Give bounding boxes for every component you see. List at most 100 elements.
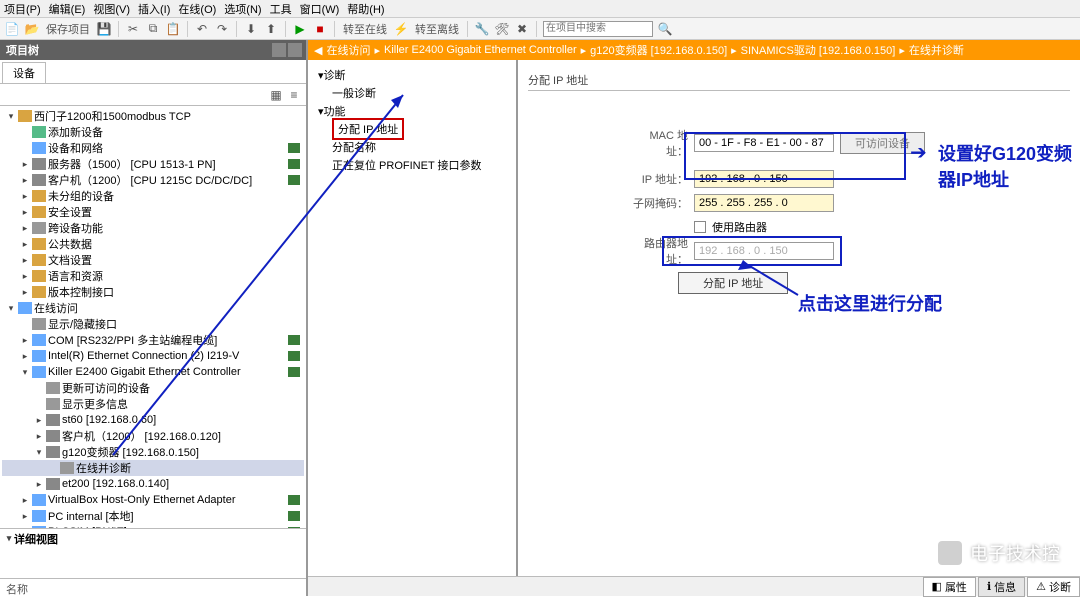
- tree-item[interactable]: ▸COM [RS232/PPI 多主站编程电缆]: [2, 332, 304, 348]
- nav-item[interactable]: ▾诊断: [314, 66, 510, 84]
- annotation-text: 点击这里进行分配: [798, 290, 942, 316]
- menu-item[interactable]: 工具: [270, 1, 292, 17]
- mask-label: 子网掩码：: [628, 195, 688, 211]
- breadcrumb: ◀在线访问▸Killer E2400 Gigabit Ethernet Cont…: [308, 40, 1080, 60]
- tree-item[interactable]: 设备和网络: [2, 140, 304, 156]
- annotation-box: [684, 132, 906, 180]
- tree-item[interactable]: ▸et200 [192.168.0.140]: [2, 476, 304, 492]
- nav-item[interactable]: 一般诊断: [314, 84, 510, 102]
- tree-item[interactable]: ▸客户机（1200） [192.168.0.120]: [2, 428, 304, 444]
- open-icon[interactable]: 📂: [24, 21, 40, 37]
- annotation-box: [662, 236, 842, 266]
- toolbar: 📄 📂 保存项目 💾 ✂ ⧉ 📋 ↶ ↷ ⬇ ⬆ ▶ ■ 转至在线 ⚡ 转至离线…: [0, 18, 1080, 40]
- router-chk-label: 使用路由器: [712, 219, 767, 235]
- menu-item[interactable]: 视图(V): [93, 1, 130, 17]
- menu-item[interactable]: 选项(N): [224, 1, 261, 17]
- tree-item[interactable]: ▸PLCSIM [PN/IE]: [2, 524, 304, 528]
- tree-item[interactable]: ▸未分组的设备: [2, 188, 304, 204]
- tree-item[interactable]: ▸版本控制接口: [2, 284, 304, 300]
- tree-item[interactable]: ▸客户机（1200） [CPU 1215C DC/DC/DC]: [2, 172, 304, 188]
- nav-tree: ▾诊断一般诊断▾功能分配 IP 地址分配名称正在复位 PROFINET 接口参数: [308, 60, 518, 596]
- ip-label: IP 地址：: [628, 171, 688, 187]
- section-title: 分配 IP 地址: [528, 72, 1070, 91]
- save-icon[interactable]: 💾: [96, 21, 112, 37]
- tree-item[interactable]: ▸Intel(R) Ethernet Connection (2) I219-V: [2, 348, 304, 364]
- tree-item[interactable]: ▸st60 [192.168.0.60]: [2, 412, 304, 428]
- nav-item[interactable]: 正在复位 PROFINET 接口参数: [314, 156, 510, 174]
- project-tree[interactable]: ▾西门子1200和1500modbus TCP添加新设备设备和网络▸服务器（15…: [0, 106, 306, 528]
- tree-item[interactable]: ▾在线访问: [2, 300, 304, 316]
- crumb-item[interactable]: SINAMICS驱动 [192.168.0.150]: [741, 42, 896, 58]
- undo-icon[interactable]: ↶: [194, 21, 210, 37]
- tool-icon[interactable]: 🛠: [494, 21, 510, 37]
- tree-item[interactable]: ▾西门子1200和1500modbus TCP: [2, 108, 304, 124]
- crumb-item[interactable]: 在线访问: [326, 42, 370, 58]
- menu-item[interactable]: 帮助(H): [347, 1, 384, 17]
- crumb-item[interactable]: g120变频器 [192.168.0.150]: [590, 42, 727, 58]
- tab-info[interactable]: ℹ信息: [978, 577, 1025, 597]
- arrow-icon: ➔: [910, 140, 927, 165]
- list-icon[interactable]: ≡: [286, 87, 302, 103]
- tree-item[interactable]: ▸安全设置: [2, 204, 304, 220]
- mask-field[interactable]: 255 . 255 . 255 . 0: [694, 194, 834, 212]
- menu-item[interactable]: 在线(O): [178, 1, 216, 17]
- upload-icon[interactable]: ⬆: [263, 21, 279, 37]
- tab-device[interactable]: 设备: [2, 62, 46, 83]
- menu-item[interactable]: 插入(I): [138, 1, 170, 17]
- tree-item[interactable]: 更新可访问的设备: [2, 380, 304, 396]
- go-offline-button[interactable]: 转至离线: [415, 21, 459, 37]
- tree-item[interactable]: 在线并诊断: [2, 460, 304, 476]
- tree-item[interactable]: ▸跨设备功能: [2, 220, 304, 236]
- menu-bar: 项目(P) 编辑(E) 视图(V) 插入(I) 在线(O) 选项(N) 工具窗口(W) 帮助(…: [0, 0, 1080, 18]
- cut-icon[interactable]: ✂: [125, 21, 141, 37]
- save-button[interactable]: 保存项目: [46, 21, 90, 37]
- tree-item[interactable]: 添加新设备: [2, 124, 304, 140]
- wechat-icon: [938, 541, 962, 565]
- panel-title: 项目树: [0, 40, 306, 60]
- menu-item[interactable]: 窗口(W): [300, 1, 340, 17]
- tree-item[interactable]: ▸语言和资源: [2, 268, 304, 284]
- tree-item[interactable]: ▸PC internal [本地]: [2, 508, 304, 524]
- tab-properties[interactable]: ◧属性: [923, 577, 976, 597]
- search-icon[interactable]: 🔍: [657, 21, 673, 37]
- collapse-icon[interactable]: [272, 43, 286, 57]
- annotation-text: 设置好G120变频器IP地址: [938, 140, 1080, 192]
- tree-item[interactable]: ▾g120变频器 [192.168.0.150]: [2, 444, 304, 460]
- mac-label: MAC 地址：: [628, 127, 688, 159]
- content-area: 分配 IP 地址 MAC 地址： 00 - 1F - F8 - E1 - 00 …: [518, 60, 1080, 596]
- tree-item[interactable]: 显示/隐藏接口: [2, 316, 304, 332]
- crumb-item[interactable]: 在线并诊断: [909, 42, 964, 58]
- tree-item[interactable]: 显示更多信息: [2, 396, 304, 412]
- menu-item[interactable]: 项目(P): [4, 1, 41, 17]
- stop-icon[interactable]: ■: [312, 21, 328, 37]
- search-input[interactable]: [543, 21, 653, 37]
- watermark: 电子技术控: [938, 540, 1060, 566]
- name-column: 名称: [0, 578, 306, 596]
- go-online-button[interactable]: 转至在线: [343, 21, 387, 37]
- tree-item[interactable]: ▸文档设置: [2, 252, 304, 268]
- tab-diagnostics[interactable]: ⚠诊断: [1027, 577, 1080, 597]
- pin-icon[interactable]: [288, 43, 302, 57]
- tool-icon[interactable]: 🔧: [474, 21, 490, 37]
- detail-view-header[interactable]: ▾详细视图: [0, 528, 306, 548]
- play-icon[interactable]: ▶: [292, 21, 308, 37]
- copy-icon[interactable]: ⧉: [145, 21, 161, 37]
- online-icon[interactable]: ⚡: [393, 21, 409, 37]
- download-icon[interactable]: ⬇: [243, 21, 259, 37]
- menu-item[interactable]: 编辑(E): [49, 1, 86, 17]
- cross-icon[interactable]: ✖: [514, 21, 530, 37]
- redo-icon[interactable]: ↷: [214, 21, 230, 37]
- tree-item[interactable]: ▸公共数据: [2, 236, 304, 252]
- grid-icon[interactable]: ▦: [268, 87, 284, 103]
- tree-item[interactable]: ▸VirtualBox Host-Only Ethernet Adapter: [2, 492, 304, 508]
- footer-tabs: ◧属性 ℹ信息 ⚠诊断: [308, 576, 1080, 596]
- assign-ip-button[interactable]: 分配 IP 地址: [678, 272, 788, 294]
- tree-item[interactable]: ▸服务器（1500） [CPU 1513-1 PN]: [2, 156, 304, 172]
- crumb-item[interactable]: Killer E2400 Gigabit Ethernet Controller: [384, 44, 577, 56]
- nav-item[interactable]: 分配 IP 地址: [314, 120, 510, 138]
- paste-icon[interactable]: 📋: [165, 21, 181, 37]
- router-checkbox[interactable]: [694, 221, 706, 233]
- nav-item[interactable]: 分配名称: [314, 138, 510, 156]
- new-icon[interactable]: 📄: [4, 21, 20, 37]
- tree-item[interactable]: ▾Killer E2400 Gigabit Ethernet Controlle…: [2, 364, 304, 380]
